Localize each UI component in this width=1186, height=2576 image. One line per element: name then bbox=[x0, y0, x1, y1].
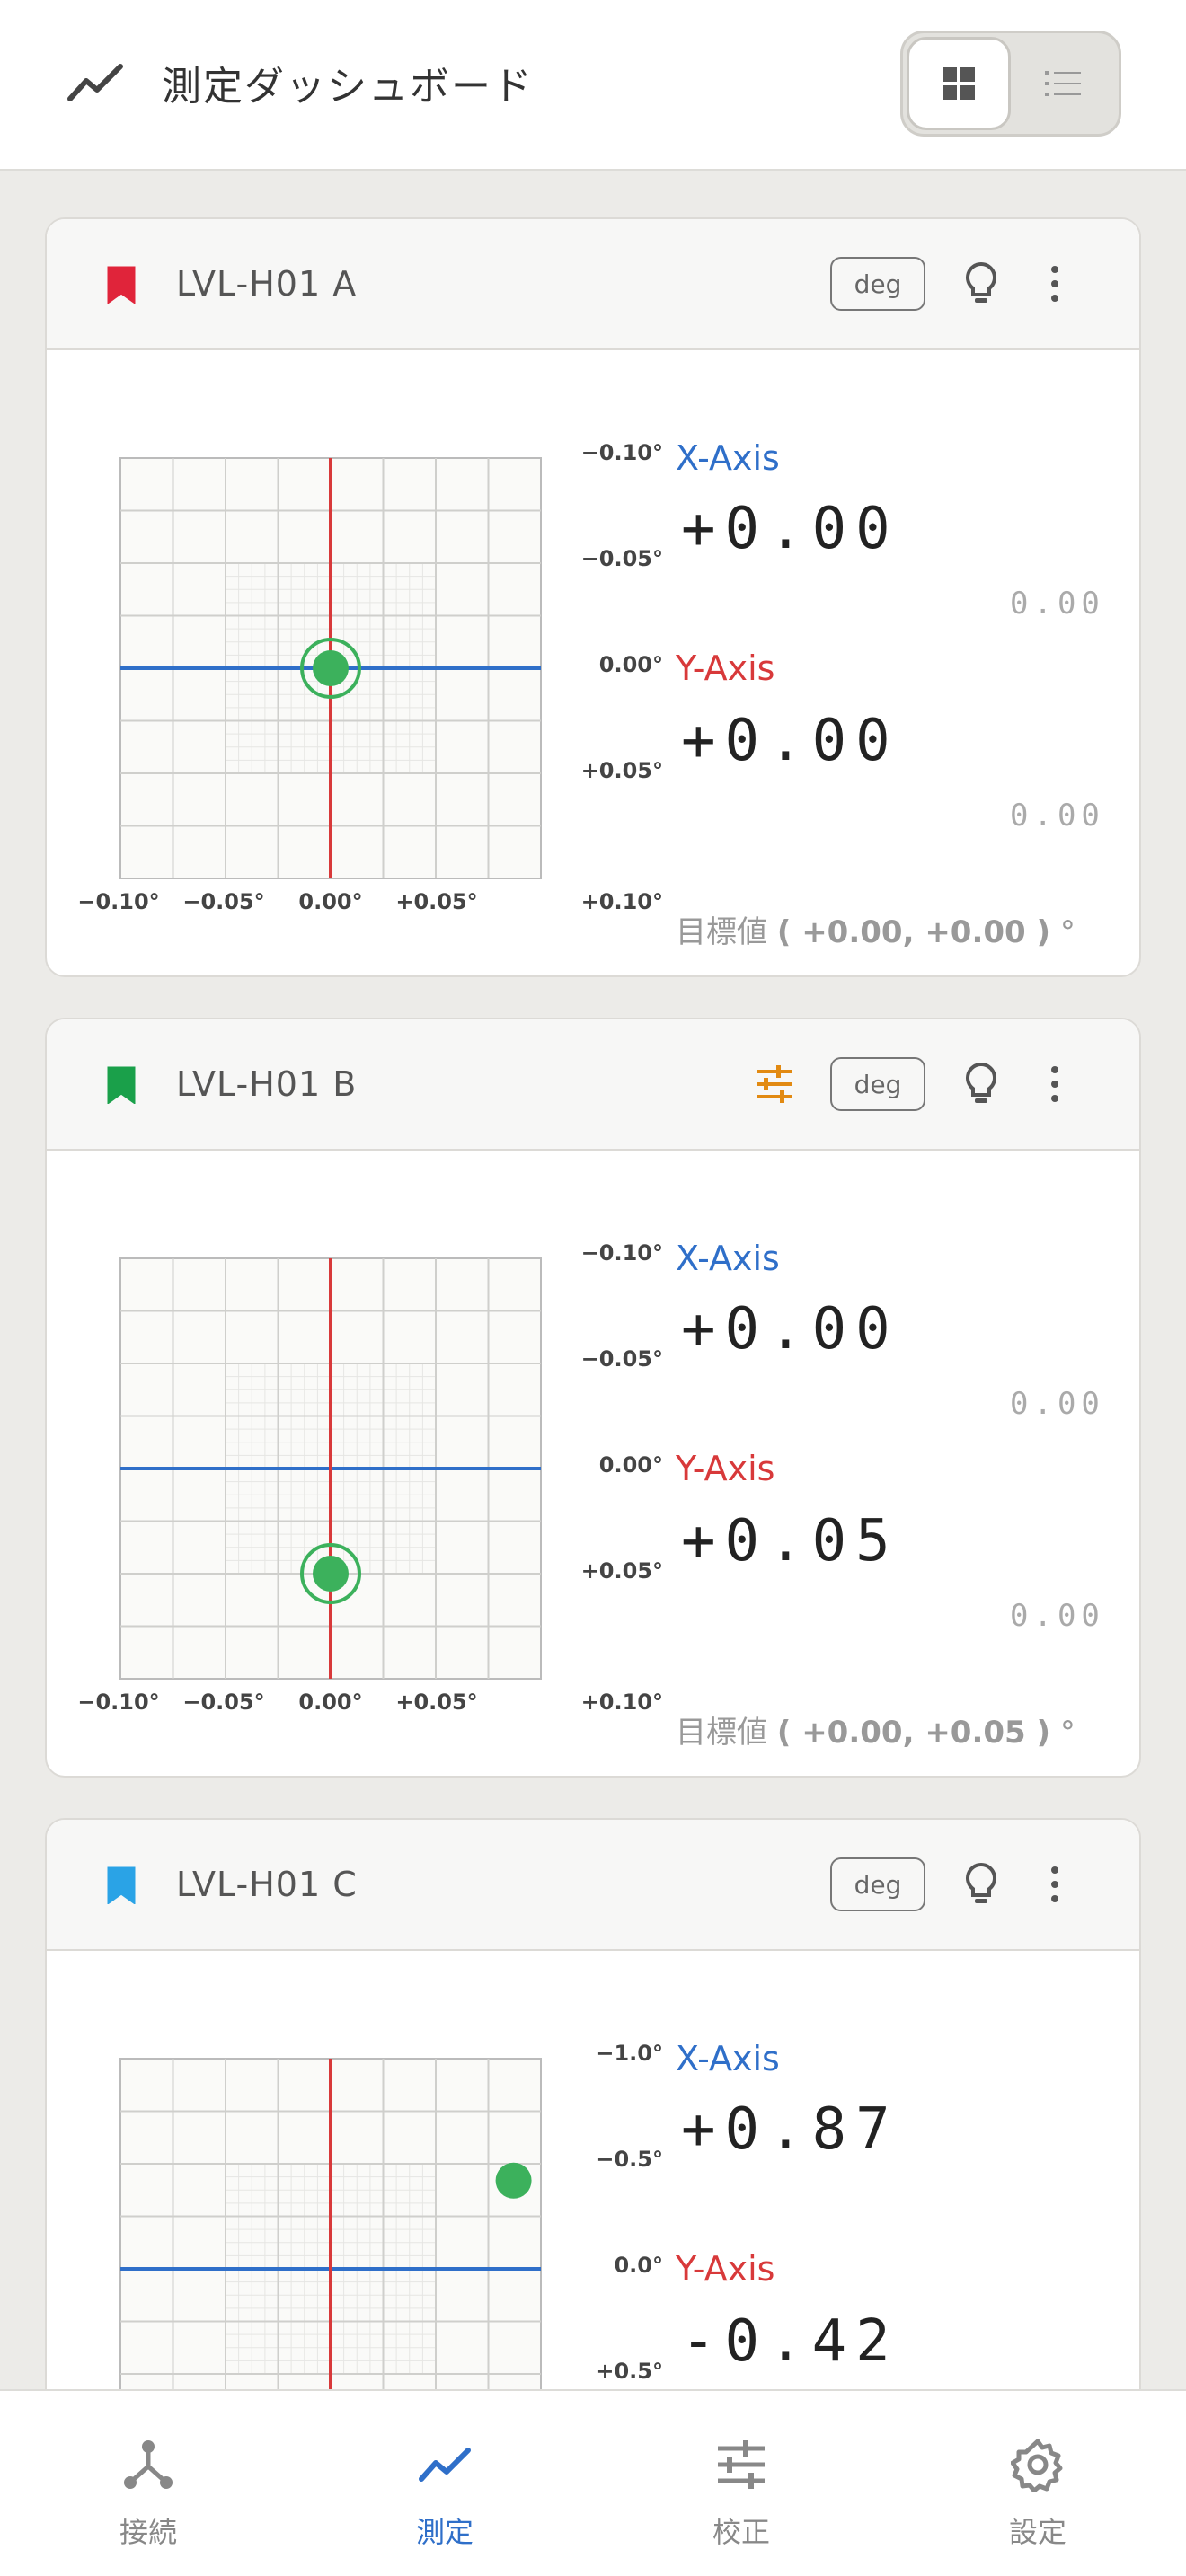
connection-icon bbox=[124, 2440, 173, 2489]
tune-sliders-icon[interactable] bbox=[753, 1063, 796, 1106]
unit-badge[interactable]: deg bbox=[830, 257, 925, 311]
x-axis-label: X-Axis bbox=[676, 2039, 780, 2078]
gear-icon bbox=[1011, 2439, 1063, 2492]
lightbulb-icon[interactable] bbox=[960, 1061, 1003, 1107]
tune-sliders-icon bbox=[718, 2440, 765, 2489]
grid-view-button[interactable] bbox=[907, 37, 1011, 130]
y-tick-label: 0.00° bbox=[598, 652, 663, 677]
y-axis-raw-value: 0.00 bbox=[1010, 798, 1105, 834]
x-tick-label: 0.00° bbox=[298, 1689, 363, 1715]
card-header: LVL-H01 A deg bbox=[47, 219, 1139, 350]
y-axis-raw-value: 0.00 bbox=[1010, 1598, 1105, 1634]
y-tick-label: −0.10° bbox=[580, 1240, 663, 1266]
more-vert-icon[interactable] bbox=[1046, 1861, 1064, 1908]
measurement-point bbox=[313, 1556, 349, 1592]
nav-label: 校正 bbox=[712, 2515, 770, 2549]
nav-item-calibration[interactable]: 校正 bbox=[593, 2391, 890, 2576]
y-tick-label: −0.5° bbox=[596, 2147, 663, 2172]
y-tick-label: +0.05° bbox=[580, 1558, 663, 1584]
trend-line-icon bbox=[67, 64, 123, 101]
card-title: LVL-H01 B bbox=[176, 1064, 358, 1104]
y-tick-label: 0.00° bbox=[598, 1452, 663, 1478]
x-tick-label: −0.05° bbox=[182, 1689, 265, 1715]
sensor-card-b[interactable]: LVL-H01 B deg −0.10° −0.05° 0.00° +0.05°… bbox=[45, 1018, 1141, 1778]
bottom-navigation: 接続 測定 校正 設定 bbox=[0, 2389, 1186, 2576]
nav-label: 設定 bbox=[1008, 2515, 1067, 2549]
grid-view-icon bbox=[943, 67, 975, 100]
bookmark-icon bbox=[107, 1066, 136, 1104]
lightbulb-icon[interactable] bbox=[960, 1861, 1003, 1908]
card-title: LVL-H01 A bbox=[176, 264, 358, 304]
bookmark-shape bbox=[107, 266, 136, 304]
y-axis-label: Y-Axis bbox=[676, 648, 775, 688]
y-tick-label: 0.0° bbox=[614, 2253, 663, 2278]
y-tick-label: −0.05° bbox=[580, 1346, 663, 1372]
lightbulb-icon[interactable] bbox=[960, 260, 1003, 307]
list-view-icon bbox=[1045, 71, 1081, 96]
x-tick-label: +0.05° bbox=[395, 1689, 478, 1715]
unit-badge[interactable]: deg bbox=[830, 1857, 925, 1911]
y-tick-label: +0.10° bbox=[580, 1689, 663, 1715]
card-title: LVL-H01 C bbox=[176, 1865, 358, 1904]
y-tick-label: −1.0° bbox=[596, 2041, 663, 2066]
x-tick-label: 0.00° bbox=[298, 889, 363, 914]
more-vert-icon[interactable] bbox=[1046, 260, 1064, 307]
y-axis-value: +0.05 bbox=[681, 1508, 899, 1575]
x-axis-value: +0.87 bbox=[681, 2096, 899, 2163]
trend-line-icon bbox=[419, 2448, 471, 2482]
y-axis-value: -0.42 bbox=[681, 2308, 899, 2375]
x-tick-label: +0.05° bbox=[395, 889, 478, 914]
view-toggle[interactable] bbox=[900, 31, 1121, 137]
level-plot bbox=[119, 1257, 542, 1680]
x-axis-value: +0.00 bbox=[681, 1296, 899, 1363]
nav-item-connection[interactable]: 接続 bbox=[0, 2391, 296, 2576]
x-axis-label: X-Axis bbox=[676, 438, 780, 478]
y-axis-value: +0.00 bbox=[681, 708, 899, 774]
measurement-point bbox=[495, 2162, 532, 2199]
y-tick-label: +0.05° bbox=[580, 758, 663, 783]
y-tick-label: +0.5° bbox=[596, 2359, 663, 2384]
more-vert-icon[interactable] bbox=[1046, 1061, 1064, 1107]
y-axis-label: Y-Axis bbox=[676, 2249, 775, 2289]
list-view-button[interactable] bbox=[1011, 37, 1115, 130]
nav-label: 測定 bbox=[415, 2515, 474, 2549]
measurement-point bbox=[313, 650, 349, 686]
x-tick-label: −0.10° bbox=[77, 1689, 160, 1715]
bookmark-shape bbox=[107, 1066, 136, 1104]
nav-item-settings[interactable]: 設定 bbox=[890, 2391, 1186, 2576]
y-tick-label: −0.05° bbox=[580, 546, 663, 571]
sensor-card-a[interactable]: LVL-H01 A deg −0.10° −0.05° 0.00° +0.05°… bbox=[45, 217, 1141, 977]
y-tick-label: −0.10° bbox=[580, 440, 663, 465]
y-tick-label: +0.10° bbox=[580, 889, 663, 914]
card-header: LVL-H01 B deg bbox=[47, 1019, 1139, 1151]
target-value: 目標値 ( +0.00, +0.00 ) ° bbox=[676, 914, 1075, 950]
level-plot bbox=[119, 457, 542, 879]
bookmark-shape bbox=[107, 1866, 136, 1904]
nav-item-measure[interactable]: 測定 bbox=[296, 2391, 593, 2576]
x-tick-label: −0.05° bbox=[182, 889, 265, 914]
bookmark-icon bbox=[107, 1866, 136, 1904]
x-tick-label: −0.10° bbox=[77, 889, 160, 914]
target-value: 目標値 ( +0.00, +0.05 ) ° bbox=[676, 1715, 1075, 1751]
app-bar: 測定ダッシュボード bbox=[0, 0, 1186, 171]
card-header: LVL-H01 C deg bbox=[47, 1820, 1139, 1951]
unit-badge[interactable]: deg bbox=[830, 1057, 925, 1111]
page-title: 測定ダッシュボード bbox=[162, 64, 534, 110]
nav-label: 接続 bbox=[119, 2515, 177, 2549]
x-axis-label: X-Axis bbox=[676, 1239, 780, 1278]
y-axis-label: Y-Axis bbox=[676, 1449, 775, 1488]
x-axis-raw-value: 0.00 bbox=[1010, 1386, 1105, 1422]
x-axis-value: +0.00 bbox=[681, 496, 899, 562]
x-axis-raw-value: 0.00 bbox=[1010, 586, 1105, 622]
bookmark-icon bbox=[107, 266, 136, 304]
